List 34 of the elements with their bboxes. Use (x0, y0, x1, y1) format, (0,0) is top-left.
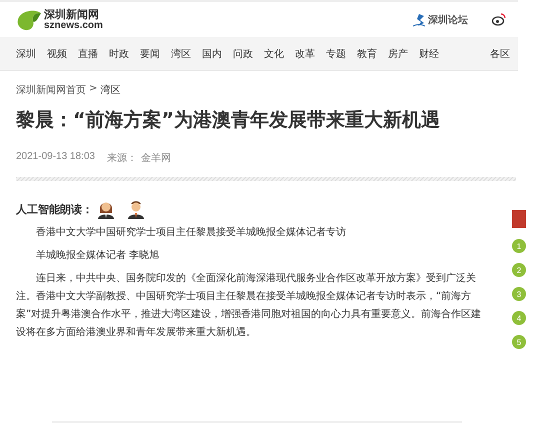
nav-link[interactable]: 专题 (326, 46, 346, 60)
article-paragraph: 羊城晚报全媒体记者 李晓旭 (35, 248, 160, 263)
article-title: 黎晨：“前海方案”为港澳青年发展带来重大新机遇 (16, 108, 441, 133)
nav-link[interactable]: 问政 (233, 46, 253, 60)
breadcrumb-link[interactable]: 湾区 (100, 83, 120, 97)
site-logo-name: 深圳新闻网 (44, 8, 100, 20)
nav-link[interactable]: 财经 (419, 46, 439, 60)
nav-link[interactable]: 要闻 (140, 46, 160, 60)
forum-logo-icon (413, 12, 425, 26)
publish-date: 2021-09-13 18:03 (16, 151, 95, 164)
nav-link[interactable]: 房产 (388, 46, 408, 60)
nav-link[interactable]: 改革 (295, 46, 315, 60)
nav-link[interactable]: 文化 (264, 46, 284, 60)
forum-link[interactable]: 深圳论坛 (428, 12, 468, 26)
weibo-icon (492, 13, 506, 26)
nav-link[interactable]: 深圳 (16, 46, 36, 60)
site-logo-domain: sznews.com (44, 20, 103, 30)
source-label: 来源： (106, 152, 137, 165)
nav-link[interactable]: 各区 (490, 46, 510, 60)
source-name: 金羊网 (140, 152, 171, 165)
breadcrumb-separator: > (89, 83, 98, 96)
nav-link[interactable]: 视频 (47, 46, 67, 60)
ai-reading-label: 人工智能朗读： (16, 202, 93, 216)
nav-link[interactable]: 时政 (109, 46, 129, 60)
leaf-logo-icon (16, 8, 42, 32)
breadcrumb-link[interactable]: 深圳新闻网首页 (16, 83, 86, 97)
article-paragraph: 香港中文大学中国研究学士项目主任黎晨接受羊城晚报全媒体记者专访 (35, 226, 347, 240)
square-marker (512, 210, 526, 228)
nav-link[interactable]: 湾区 (171, 46, 191, 60)
male-voice-icon (127, 199, 145, 219)
nav-link[interactable]: 国内 (202, 46, 222, 60)
nav-link[interactable]: 直播 (78, 46, 98, 60)
article-paragraph: 连日来，中共中央、国务院印发的《全面深化前海深港现代服务业合作区改革开放方案》受到广泛关注。香港中文大学副教授、中国研究学士项目主任黎晨在接受羊城晚报全媒体记者专访时表示，“前海方案”对提升粤港澳合作水平，推进大湾区建设，增强香港同胞对祖国的向心力具有重要意义。前海合作区建设将在多方面给港澳业界和青年发展带来重大新机遇。 (16, 272, 482, 340)
nav-link[interactable]: 教育 (357, 46, 377, 60)
